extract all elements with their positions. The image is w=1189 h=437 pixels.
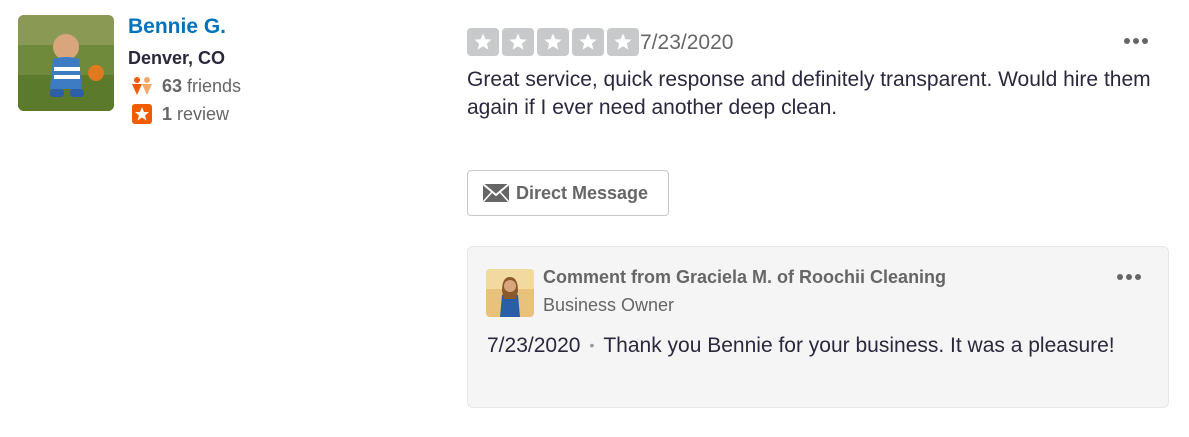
star-icon: [502, 28, 534, 56]
business-owner-avatar[interactable]: [486, 269, 534, 317]
friends-icon: [132, 77, 152, 95]
reviews-count: 1: [162, 104, 173, 124]
friends-label: friends: [187, 76, 242, 96]
star-icon: [572, 28, 604, 56]
mail-icon: [482, 183, 510, 203]
reviews-label: review: [177, 104, 230, 124]
direct-message-button[interactable]: Direct Message: [467, 170, 669, 216]
direct-message-label: Direct Message: [516, 182, 649, 203]
reviews-stat: 1 review: [131, 102, 229, 126]
star-icon: [467, 28, 499, 56]
review-text: Great service, quick response and defini…: [467, 68, 1151, 119]
more-options-icon[interactable]: [1121, 34, 1151, 48]
comment-date: 7/23/2020: [487, 334, 581, 357]
friends-stat: 63 friends: [131, 74, 241, 98]
comment-title: Comment from Graciela M. of Roochii Clea…: [543, 267, 947, 287]
comment-text: Thank you Bennie for your business. It w…: [603, 334, 1115, 357]
star-icon: [607, 28, 639, 56]
star-rating: [467, 28, 639, 56]
comment-more-options-icon[interactable]: [1114, 270, 1144, 284]
user-avatar[interactable]: [18, 15, 114, 111]
comment-separator: •: [589, 337, 595, 353]
user-name-link[interactable]: Bennie G.: [128, 14, 226, 40]
star-icon: [537, 28, 569, 56]
friends-count: 63: [162, 76, 183, 96]
review-date: 7/23/2020: [640, 31, 734, 54]
review-star-icon: [132, 104, 152, 124]
comment-owner-role: Business Owner: [543, 295, 675, 315]
user-location: Denver, CO: [128, 48, 226, 68]
comment-body: 7/23/2020 • Thank you Bennie for your busi…: [487, 330, 1127, 361]
